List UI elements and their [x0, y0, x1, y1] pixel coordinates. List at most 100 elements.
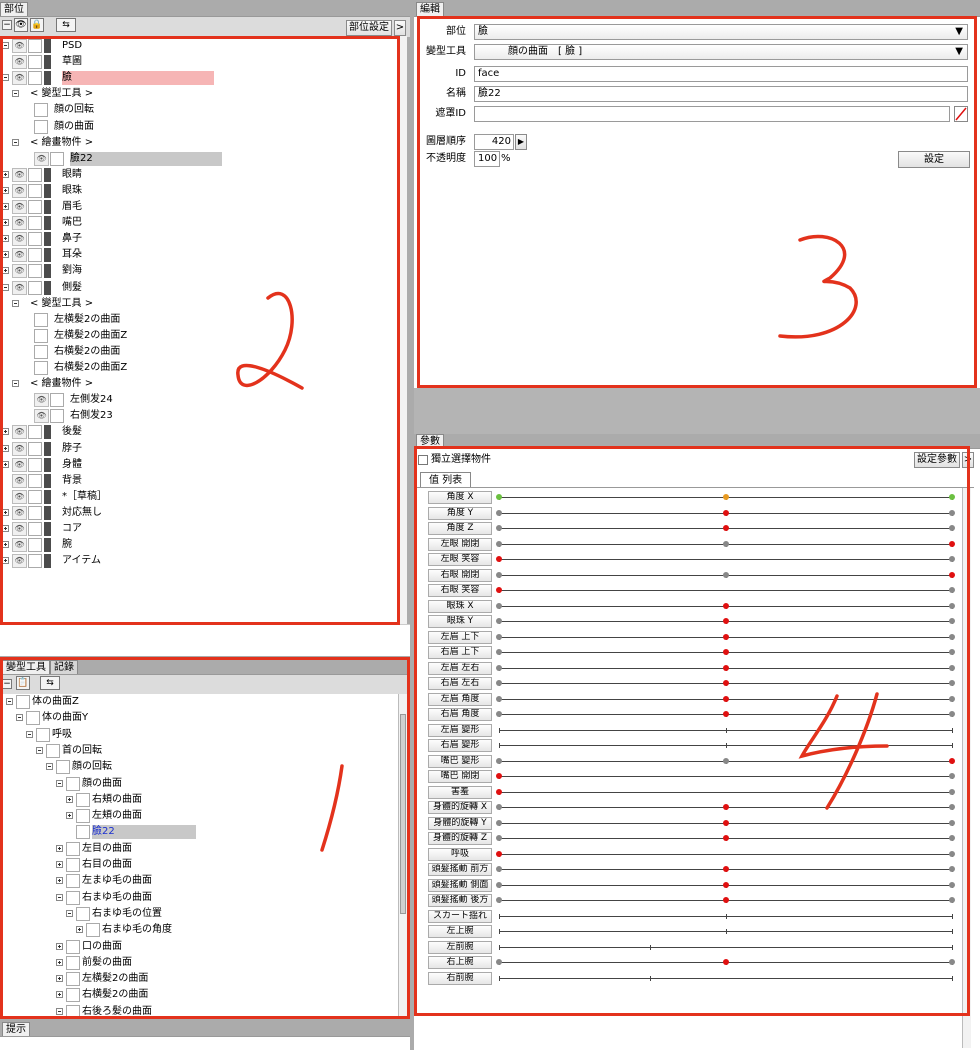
param-label[interactable]: 右眉 變形 [428, 739, 492, 752]
param-slider-track[interactable] [499, 944, 953, 950]
visibility-eye-icon[interactable]: 👁 [12, 473, 27, 488]
deformer-tree-row[interactable]: 右後ろ髪の曲面 [0, 1004, 398, 1020]
expand-icon[interactable] [76, 926, 83, 934]
deformer-tree-row[interactable]: 右横髪2の曲面 [0, 987, 398, 1003]
expand-icon[interactable] [56, 942, 63, 950]
deformer-visibility-box[interactable] [66, 841, 80, 856]
expand-icon[interactable] [2, 525, 9, 532]
visibility-eye-icon[interactable]: 👁 [12, 264, 27, 279]
deformer-tree-row[interactable]: 左頬の曲面 [0, 808, 398, 824]
param-slider-track[interactable] [496, 602, 955, 609]
deformer-tree-row[interactable]: 臉22 [0, 824, 398, 840]
param-slider-track[interactable] [499, 727, 953, 733]
param-label[interactable]: 右眉 角度 [428, 708, 492, 721]
param-slider-track[interactable] [496, 866, 955, 872]
name-field[interactable]: 臉22 [474, 86, 968, 102]
parts-tree-row[interactable]: 顔の回転 [0, 102, 398, 118]
param-slider-knob[interactable] [723, 881, 729, 888]
parts-tree-row[interactable]: 👁 鼻子 [0, 231, 398, 247]
expand-icon[interactable] [56, 991, 63, 999]
param-label[interactable]: 右前腕 [428, 971, 492, 985]
deformer-visibility-box[interactable] [56, 760, 70, 775]
parts-tree-row[interactable]: 👁 耳朵 [0, 247, 398, 263]
param-slider-knob[interactable] [496, 788, 502, 795]
param-label[interactable]: 害羞 [428, 785, 492, 799]
opacity-field[interactable]: 100 [474, 151, 500, 167]
param-label[interactable]: 左眉 變形 [428, 723, 492, 737]
param-label[interactable]: スカート揺れ [428, 909, 492, 923]
param-slider-track[interactable] [496, 494, 955, 500]
param-slider-track[interactable] [496, 649, 955, 655]
lock-box[interactable] [28, 473, 42, 488]
param-slider-knob[interactable] [949, 757, 955, 764]
parts-tree-row[interactable]: 👁 対応無し [0, 505, 398, 521]
param-slider-track[interactable] [496, 897, 955, 903]
deformer-tree-row[interactable]: 体の曲面Z [0, 694, 398, 710]
param-label[interactable]: 身體的旋轉 X [428, 801, 492, 814]
visibility-eye-icon[interactable]: 👁 [12, 183, 27, 198]
deformer-visibility-box[interactable] [36, 727, 50, 742]
collapse-icon[interactable] [2, 42, 9, 49]
param-slider-knob[interactable] [723, 664, 729, 671]
expand-icon[interactable] [2, 170, 9, 178]
collapse-icon[interactable] [12, 380, 19, 388]
clipboard-icon[interactable]: 📋 [16, 676, 30, 690]
deformer-visibility-box[interactable] [66, 939, 80, 954]
visibility-eye-icon[interactable]: 👁 [12, 489, 27, 504]
param-label[interactable]: 頭髮搖動 前方 [428, 863, 492, 876]
collapse-icon[interactable] [36, 746, 43, 754]
parts-tree-row[interactable]: < 繪畫物件 > [0, 135, 398, 151]
expand-icon[interactable] [2, 444, 9, 452]
deformer-visibility-box[interactable] [86, 923, 100, 938]
param-slider-knob[interactable] [723, 959, 729, 965]
param-slider-track[interactable] [496, 835, 955, 841]
parts-tree-row[interactable]: 👁 劉海 [0, 263, 398, 279]
param-label[interactable]: 右眼 開閉 [428, 568, 492, 582]
parts-tree-row[interactable]: < 變型工具 > [0, 86, 398, 102]
param-slider-track[interactable] [496, 664, 955, 671]
deformer-visibility-box[interactable] [76, 906, 90, 921]
param-label[interactable]: 頭髮搖動 後方 [428, 894, 492, 907]
deformer-tree-row[interactable]: 右頬の曲面 [0, 792, 398, 808]
lock-icon[interactable]: 🔒 [30, 18, 44, 32]
deformer-tree-row[interactable]: 右まゆ毛の曲面 [0, 890, 398, 906]
deformer-visibility-box[interactable] [46, 743, 60, 758]
expand-icon[interactable] [56, 861, 63, 868]
tab-edit[interactable]: 編輯 [416, 2, 444, 16]
param-slider-track[interactable] [496, 711, 955, 717]
parts-tree-row[interactable]: 👁 右側发23 [0, 408, 398, 424]
param-slider-knob[interactable] [723, 804, 729, 810]
deformer-tree-row[interactable]: 口の曲面 [0, 939, 398, 955]
deformer-visibility-box[interactable] [34, 312, 48, 327]
expand-icon[interactable] [2, 251, 9, 259]
parts-tree-row[interactable]: 👁 臉 [0, 70, 398, 86]
visibility-eye-icon[interactable]: 👁 [12, 522, 27, 536]
expand-icon[interactable] [2, 186, 9, 194]
deformer-tree-row[interactable]: 右目の曲面 [0, 857, 398, 873]
deformer-tree-row[interactable]: 右まゆ毛の位置 [0, 906, 398, 922]
part-select[interactable]: 臉 ▼ [474, 24, 968, 40]
visibility-eye-icon[interactable]: 👁 [12, 441, 27, 456]
deformer-visibility-box[interactable] [76, 792, 90, 807]
lock-box[interactable] [28, 264, 42, 279]
param-slider-track[interactable] [496, 587, 955, 593]
param-slider-track[interactable] [496, 959, 955, 965]
parts-tree-row[interactable]: 👁 コア [0, 521, 398, 537]
lock-box[interactable] [28, 441, 42, 456]
expand-icon[interactable] [2, 267, 9, 275]
expand-icon[interactable] [66, 812, 73, 820]
visibility-eye-icon[interactable]: 👁 [12, 280, 27, 295]
tab-parts[interactable]: 部位 [0, 2, 28, 16]
collapse-icon[interactable]: − [2, 679, 12, 689]
param-slider-knob[interactable] [496, 850, 502, 857]
parts-tree-row[interactable]: 👁 眉毛 [0, 199, 398, 215]
param-slider-knob[interactable] [723, 711, 729, 717]
deformer-visibility-box[interactable] [76, 825, 90, 840]
lock-box[interactable] [28, 55, 42, 70]
collapse-icon[interactable] [66, 909, 73, 917]
mask-field[interactable] [474, 106, 950, 122]
parts-tree-row[interactable]: 👁 臉22 [0, 151, 398, 167]
param-slider-knob[interactable] [723, 602, 729, 609]
deformer-visibility-box[interactable] [66, 988, 80, 1003]
param-label[interactable]: 左前腕 [428, 940, 492, 954]
